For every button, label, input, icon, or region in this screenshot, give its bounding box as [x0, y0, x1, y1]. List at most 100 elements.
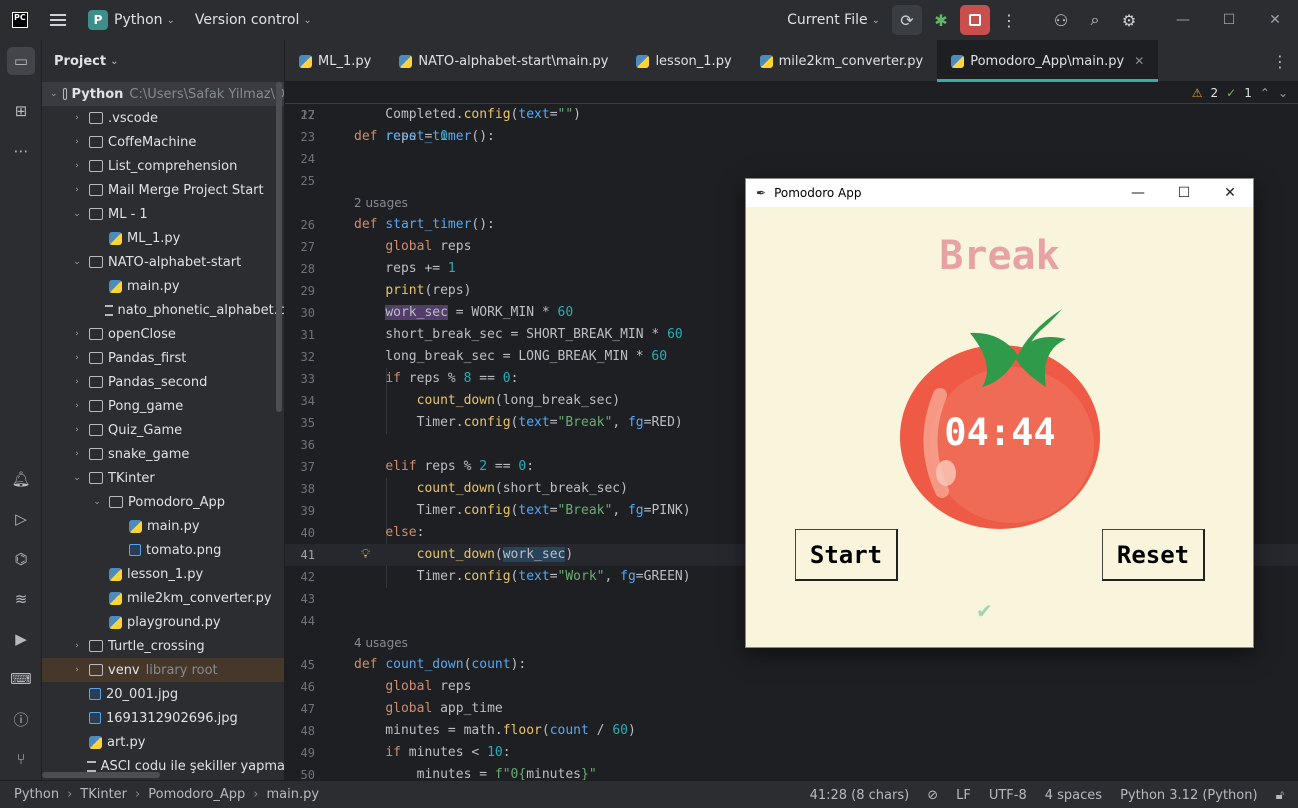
run-config-selector[interactable]: Current File: [787, 12, 867, 28]
close-icon[interactable]: ✕: [1207, 179, 1253, 207]
add-user-icon[interactable]: ⚇: [1046, 5, 1076, 35]
tree-item[interactable]: › List_comprehension: [42, 154, 284, 178]
layers-icon[interactable]: ≋: [7, 585, 35, 613]
problems-icon[interactable]: ⓘ: [7, 705, 35, 733]
file-encoding[interactable]: UTF-8: [989, 788, 1027, 803]
usages-label[interactable]: 4 usages: [354, 632, 408, 654]
breadcrumb-item[interactable]: Pomodoro_App: [148, 787, 245, 802]
tree-item[interactable]: ⌄ NATO-alphabet-start: [42, 250, 284, 274]
tree-item[interactable]: ⌄ ML - 1: [42, 202, 284, 226]
tree-item[interactable]: lesson_1.py: [42, 562, 284, 586]
breadcrumb-item[interactable]: TKinter: [80, 787, 127, 802]
inspection-widget[interactable]: ⚠ 2 ✓ 1 ⌃ ⌄: [1192, 86, 1288, 100]
chevron-right-icon[interactable]: ›: [70, 113, 84, 123]
chevron-down-icon[interactable]: ⌄: [90, 497, 104, 507]
tree-item[interactable]: ML_1.py: [42, 226, 284, 250]
usages-label[interactable]: 2 usages: [354, 192, 408, 214]
chevron-down-icon[interactable]: ⌄: [50, 89, 58, 99]
chevron-down-icon[interactable]: ⌄: [303, 15, 311, 26]
tab-mile2km-converter-py[interactable]: mile2km_converter.py: [746, 40, 938, 82]
chevron-down-icon[interactable]: ⌄: [70, 209, 84, 219]
maximize-icon[interactable]: ☐: [1206, 12, 1252, 28]
chevron-down-icon[interactable]: ⌄: [70, 257, 84, 267]
chevron-right-icon[interactable]: ›: [70, 665, 84, 675]
tree-item[interactable]: main.py: [42, 514, 284, 538]
chevron-right-icon[interactable]: ›: [70, 425, 84, 435]
code-line[interactable]: 49 if minutes < 10:: [285, 742, 1298, 764]
project-name[interactable]: Python: [114, 12, 163, 28]
chevron-down-icon[interactable]: ⌄: [872, 15, 880, 26]
chevron-down-icon[interactable]: ⌄: [167, 15, 175, 26]
more-tools-icon[interactable]: ⋯: [7, 137, 35, 165]
chevron-right-icon[interactable]: ›: [70, 161, 84, 171]
structure-tool-icon[interactable]: ⊞: [7, 97, 35, 125]
run-tool-icon[interactable]: ▷: [7, 505, 35, 533]
reset-button[interactable]: Reset: [1102, 529, 1205, 581]
tab-nato-alphabet-start-main-py[interactable]: NATO-alphabet-start\main.py: [385, 40, 622, 82]
chevron-down-icon[interactable]: ⌄: [110, 56, 118, 67]
chevron-up-icon[interactable]: ⌃: [1260, 86, 1270, 100]
debug-icon[interactable]: ✱: [926, 5, 956, 35]
project-tool-icon[interactable]: ▭: [7, 47, 35, 75]
inspection-off-icon[interactable]: ⊘: [927, 788, 938, 803]
code-line[interactable]: 47 global app_time: [285, 698, 1298, 720]
tree-item[interactable]: › Pandas_second: [42, 370, 284, 394]
tree-item[interactable]: › openClose: [42, 322, 284, 346]
tree-item[interactable]: ⌄ Python C:\Users\Safak Yilmaz\D: [42, 82, 284, 106]
tabs-more-icon[interactable]: ⋮: [1272, 52, 1288, 71]
start-button[interactable]: Start: [795, 529, 898, 581]
tree-item[interactable]: › Turtle_crossing: [42, 634, 284, 658]
main-menu-icon[interactable]: [50, 14, 66, 26]
maximize-icon[interactable]: ☐: [1161, 179, 1207, 207]
tree-item[interactable]: ⌄ Pomodoro_App: [42, 490, 284, 514]
chevron-down-icon[interactable]: ⌄: [70, 473, 84, 483]
tree-item[interactable]: › Pandas_first: [42, 346, 284, 370]
settings-icon[interactable]: ⚙: [1114, 5, 1144, 35]
chevron-right-icon[interactable]: ›: [70, 185, 84, 195]
tree-item[interactable]: 20_001.jpg: [42, 682, 284, 706]
project-badge[interactable]: P: [88, 10, 108, 30]
breadcrumb-item[interactable]: Python: [14, 787, 59, 802]
chevron-right-icon[interactable]: ›: [70, 401, 84, 411]
lock-icon[interactable]: 🔓︎: [1276, 788, 1284, 803]
tab-ml-1-py[interactable]: ML_1.py: [285, 40, 385, 82]
chevron-right-icon[interactable]: ›: [70, 137, 84, 147]
tree-item[interactable]: › Quiz_Game: [42, 418, 284, 442]
tree-item[interactable]: main.py: [42, 274, 284, 298]
horizontal-scrollbar[interactable]: [42, 772, 160, 778]
more-icon[interactable]: ⋮: [994, 5, 1024, 35]
tab-lesson-1-py[interactable]: lesson_1.py: [622, 40, 745, 82]
tree-item[interactable]: ⌄ TKinter: [42, 466, 284, 490]
tree-item[interactable]: › CoffeMachine: [42, 130, 284, 154]
python-console-icon[interactable]: ⌬: [7, 545, 35, 573]
tree-item[interactable]: mile2km_converter.py: [42, 586, 284, 610]
chevron-right-icon[interactable]: ›: [70, 449, 84, 459]
tab-pomodoro-app-main-py[interactable]: Pomodoro_App\main.py ✕: [937, 40, 1159, 82]
indent-setting[interactable]: 4 spaces: [1045, 788, 1102, 803]
run-icon[interactable]: ⟳: [892, 5, 922, 35]
chevron-right-icon[interactable]: ›: [70, 353, 84, 363]
tree-item[interactable]: › .vscode: [42, 106, 284, 130]
close-tab-icon[interactable]: ✕: [1134, 54, 1144, 68]
tree-item[interactable]: › Pong_game: [42, 394, 284, 418]
tree-item[interactable]: 1691312902696.jpg: [42, 706, 284, 730]
stop-icon[interactable]: [960, 5, 990, 35]
tree-item[interactable]: art.py: [42, 730, 284, 754]
tree-item[interactable]: › snake_game: [42, 442, 284, 466]
tree-item[interactable]: nato_phonetic_alphabet.c: [42, 298, 284, 322]
breadcrumb-item[interactable]: main.py: [267, 787, 320, 802]
vertical-scrollbar[interactable]: [276, 82, 282, 412]
tree-item[interactable]: › venv library root: [42, 658, 284, 682]
chevron-down-icon[interactable]: ⌄: [1278, 86, 1288, 100]
minimize-icon[interactable]: —: [1160, 12, 1206, 28]
chevron-right-icon[interactable]: ›: [70, 377, 84, 387]
interpreter[interactable]: Python 3.12 (Python): [1120, 788, 1257, 803]
code-line[interactable]: 46 global reps: [285, 676, 1298, 698]
services-icon[interactable]: ▶: [7, 625, 35, 653]
vcs-menu[interactable]: Version control: [195, 12, 299, 28]
code-line[interactable]: 45 def count_down(count):: [285, 654, 1298, 676]
chevron-right-icon[interactable]: ›: [70, 641, 84, 651]
code-line[interactable]: 48 minutes = math.floor(count / 60): [285, 720, 1298, 742]
minimize-icon[interactable]: —: [1115, 179, 1161, 207]
git-icon[interactable]: ⑂: [7, 745, 35, 773]
